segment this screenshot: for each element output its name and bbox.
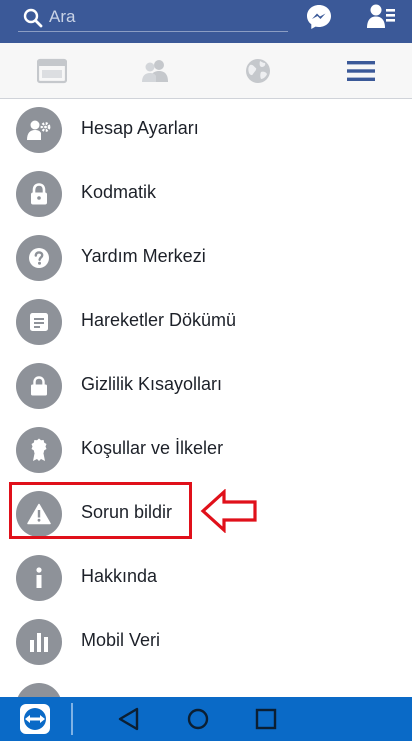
tab-strip bbox=[0, 43, 412, 99]
system-nav-bar bbox=[0, 697, 412, 741]
recent-apps-icon[interactable] bbox=[254, 707, 278, 731]
red-arrow-icon bbox=[200, 489, 257, 533]
news-feed-icon bbox=[36, 58, 67, 83]
badge-icon bbox=[31, 438, 47, 461]
menu-item-help-center[interactable]: Yardım Merkezi bbox=[0, 227, 412, 291]
padlock-icon bbox=[31, 183, 47, 205]
menu-item-label: Yardım Merkezi bbox=[81, 246, 206, 266]
back-icon[interactable] bbox=[116, 707, 142, 731]
search-icon[interactable] bbox=[22, 7, 44, 29]
tab-news-feed[interactable] bbox=[0, 43, 103, 98]
padlock-icon-circle bbox=[16, 171, 62, 217]
menu-item-label: Hareketler Dökümü bbox=[81, 310, 237, 330]
account-settings-icon-circle bbox=[16, 107, 62, 153]
info-icon bbox=[36, 567, 42, 588]
menu-item-about[interactable]: Hakkında bbox=[0, 547, 412, 611]
menu-item-activity-log[interactable]: Hareketler Dökümü bbox=[0, 291, 412, 355]
menu-item-label: Hakkında bbox=[81, 566, 158, 586]
menu-item-label: Gizlilik Kısayolları bbox=[81, 374, 223, 394]
teamviewer-icon[interactable] bbox=[19, 703, 51, 735]
nav-divider bbox=[71, 703, 73, 735]
hamburger-menu-icon bbox=[346, 60, 375, 81]
menu-item-partial[interactable] bbox=[0, 675, 412, 697]
lock-icon bbox=[31, 376, 47, 396]
help-icon-circle bbox=[16, 235, 62, 281]
menu-item-label: Kodmatik bbox=[81, 182, 157, 202]
search-bar[interactable] bbox=[18, 3, 288, 32]
menu-item-privacy-shortcuts[interactable]: Gizlilik Kısayolları bbox=[0, 355, 412, 419]
bar-chart-icon bbox=[30, 633, 48, 652]
menu-item-terms-policies[interactable]: Koşullar ve İlkeler bbox=[0, 419, 412, 483]
home-icon[interactable] bbox=[186, 707, 210, 731]
menu-item-label: Hesap Ayarları bbox=[81, 118, 199, 138]
friend-requests-icon[interactable] bbox=[366, 3, 396, 31]
menu-item-label: Koşullar ve İlkeler bbox=[81, 438, 224, 458]
menu-item-kodmatik[interactable]: Kodmatik bbox=[0, 163, 412, 227]
activity-log-icon-circle bbox=[16, 299, 62, 345]
search-input[interactable] bbox=[49, 3, 279, 31]
globe-icon bbox=[245, 58, 270, 83]
messenger-icon[interactable] bbox=[305, 3, 333, 31]
info-icon-circle bbox=[16, 555, 62, 601]
highlight-box bbox=[9, 482, 192, 539]
tab-menu[interactable] bbox=[309, 43, 412, 98]
help-icon bbox=[29, 248, 49, 268]
badge-icon-circle bbox=[16, 427, 62, 473]
activity-log-icon bbox=[30, 313, 48, 331]
lock-icon-circle bbox=[16, 363, 62, 409]
menu-item-label: Mobil Veri bbox=[81, 630, 161, 650]
bar-chart-icon-circle bbox=[16, 619, 62, 665]
tab-friends[interactable] bbox=[103, 43, 206, 98]
tab-notifications[interactable] bbox=[206, 43, 309, 98]
menu-item-account-settings[interactable]: Hesap Ayarları bbox=[0, 99, 412, 163]
top-bar bbox=[0, 0, 412, 43]
menu-item-mobile-data[interactable]: Mobil Veri bbox=[0, 611, 412, 675]
partial-icon-circle bbox=[16, 683, 62, 697]
account-settings-icon bbox=[27, 120, 51, 140]
settings-menu-list: Hesap Ayarları Kodmatik Yardım Merkezi H… bbox=[0, 99, 412, 697]
friends-icon bbox=[141, 59, 168, 82]
